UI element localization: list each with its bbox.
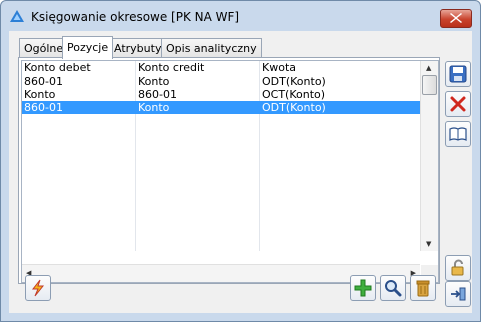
cell-konto-debet: 860-01 bbox=[24, 101, 63, 114]
lock-button[interactable] bbox=[445, 255, 471, 281]
cell-konto-credit: Konto bbox=[138, 75, 170, 88]
tab-opis-analityczny[interactable]: Opis analityczny bbox=[161, 38, 262, 58]
vertical-scrollbar[interactable]: ▲ ▼ bbox=[420, 61, 438, 251]
cell-konto-debet: Konto bbox=[24, 88, 56, 101]
column-header-konto-credit[interactable]: Konto credit bbox=[138, 61, 204, 75]
green-plus-icon bbox=[354, 279, 372, 297]
postings-grid[interactable]: Konto debet Konto credit Kwota 860-01 Ko… bbox=[21, 60, 439, 283]
cell-kwota: ODT(Konto) bbox=[262, 75, 326, 88]
cell-konto-credit: 860-01 bbox=[138, 88, 177, 101]
table-row[interactable]: 860-01 Konto ODT(Konto) bbox=[22, 75, 420, 88]
column-header-kwota[interactable]: Kwota bbox=[262, 61, 296, 75]
exit-door-icon bbox=[451, 287, 466, 301]
trash-bin-icon bbox=[416, 280, 430, 297]
cell-kwota: ODT(Konto) bbox=[262, 101, 326, 114]
tab-label: Atrybuty bbox=[114, 42, 162, 55]
tab-label: Pozycje bbox=[67, 41, 109, 54]
lightning-icon bbox=[31, 279, 45, 297]
window-title: Księgowanie okresowe [PK NA WF] bbox=[31, 10, 240, 24]
app-triangle-icon bbox=[10, 10, 24, 22]
tab-atrybuty[interactable]: Atrybuty bbox=[109, 38, 167, 58]
cancel-button[interactable] bbox=[445, 91, 471, 117]
cell-konto-debet: 860-01 bbox=[24, 75, 63, 88]
delete-button[interactable] bbox=[410, 275, 436, 301]
tab-panel-pozycje: Konto debet Konto credit Kwota 860-01 Ko… bbox=[18, 57, 440, 284]
open-book-icon bbox=[449, 127, 467, 141]
generate-button[interactable] bbox=[25, 275, 51, 301]
floppy-disk-icon bbox=[449, 65, 467, 83]
magnifier-icon bbox=[385, 280, 402, 297]
tab-label: Ogólne bbox=[24, 42, 64, 55]
close-button[interactable] bbox=[440, 9, 472, 28]
table-row[interactable]: Konto 860-01 OCT(Konto) bbox=[22, 88, 420, 101]
grid-header: Konto debet Konto credit Kwota bbox=[22, 61, 420, 75]
help-button[interactable] bbox=[445, 121, 471, 147]
column-header-konto-debet[interactable]: Konto debet bbox=[24, 61, 91, 75]
preview-button[interactable] bbox=[380, 275, 406, 301]
dialog-body: Ogólne Pozycje Atrybuty Opis analityczny… bbox=[9, 31, 472, 313]
cell-konto-credit: Konto bbox=[138, 101, 170, 114]
cell-kwota: OCT(Konto) bbox=[262, 88, 326, 101]
close-x-icon bbox=[450, 13, 462, 23]
scroll-up-arrow-icon[interactable]: ▲ bbox=[426, 64, 431, 72]
scroll-down-arrow-icon[interactable]: ▼ bbox=[426, 240, 431, 248]
tab-label: Opis analityczny bbox=[166, 42, 257, 55]
exit-button[interactable] bbox=[445, 281, 471, 307]
table-row-selected[interactable]: 860-01 Konto ODT(Konto) bbox=[22, 101, 420, 114]
save-button[interactable] bbox=[445, 61, 471, 87]
padlock-icon bbox=[451, 259, 464, 276]
scroll-thumb[interactable] bbox=[422, 75, 437, 95]
tab-pozycje[interactable]: Pozycje bbox=[62, 36, 114, 59]
add-button[interactable] bbox=[350, 275, 376, 301]
red-x-icon bbox=[450, 96, 466, 112]
tab-ogolne[interactable]: Ogólne bbox=[19, 38, 69, 58]
title-bar: Księgowanie okresowe [PK NA WF] bbox=[1, 1, 480, 31]
app-window: Księgowanie okresowe [PK NA WF] Ogólne P… bbox=[0, 0, 481, 322]
